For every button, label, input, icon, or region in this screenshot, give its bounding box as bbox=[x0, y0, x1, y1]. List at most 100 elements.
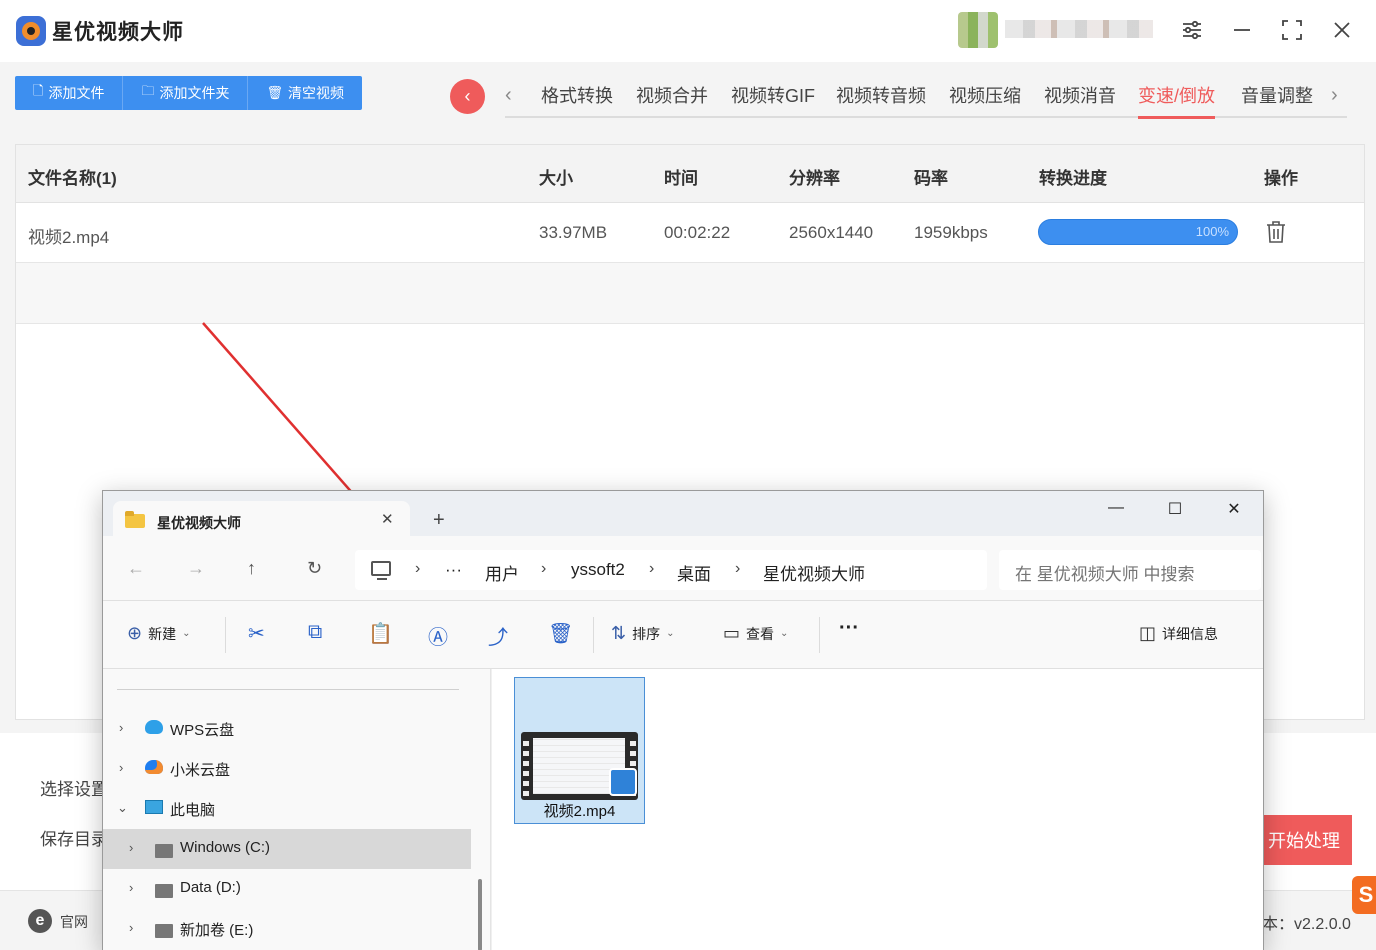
settings-sliders-icon[interactable] bbox=[1178, 16, 1206, 44]
nav-pane-scrollbar[interactable] bbox=[478, 879, 482, 950]
plus-circle-icon: ⊕ bbox=[127, 623, 143, 643]
website-e-icon[interactable]: e bbox=[28, 909, 52, 933]
view-button[interactable]: ▭ 查看 ⌄ bbox=[723, 623, 788, 644]
view-label: 查看 bbox=[746, 625, 775, 642]
folder-icon: 🗀 bbox=[141, 83, 155, 98]
explorer-close-icon[interactable]: ✕ bbox=[1219, 499, 1249, 523]
delete-row-trash-icon[interactable] bbox=[1266, 220, 1286, 244]
divider bbox=[225, 617, 226, 653]
tree-item-drive-e[interactable]: › 新加卷 (E:) bbox=[103, 909, 471, 949]
chevron-down-icon: ⌄ bbox=[666, 628, 675, 639]
clear-videos-label: 清空视频 bbox=[287, 85, 344, 101]
crumb-current-folder[interactable]: 星优视频大师 bbox=[763, 560, 865, 585]
forward-arrow-icon[interactable]: → bbox=[187, 558, 205, 579]
tab-video-merge[interactable]: 视频合并 bbox=[636, 82, 708, 108]
details-pane-icon: ◫ bbox=[1139, 623, 1157, 643]
progress-label: 100% bbox=[1195, 224, 1229, 239]
tab-video-to-audio[interactable]: 视频转音频 bbox=[836, 82, 926, 108]
chevron-down-icon[interactable]: ⌄ bbox=[117, 800, 128, 816]
function-tabs: ‹ 格式转换 视频合并 视频转GIF 视频转音频 视频压缩 视频消音 变速/倒放… bbox=[505, 76, 1347, 119]
document-icon: 🗋 bbox=[33, 83, 44, 98]
explorer-minimize-icon[interactable]: — bbox=[1101, 499, 1131, 523]
delete-icon[interactable]: 🗑 bbox=[548, 621, 573, 646]
tab-volume-adjust[interactable]: 音量调整 bbox=[1241, 82, 1313, 108]
tabs-next-chevron-icon[interactable]: › bbox=[1331, 84, 1338, 107]
website-link[interactable]: 官网 bbox=[60, 912, 88, 932]
maximize-icon[interactable] bbox=[1278, 16, 1306, 44]
new-tab-plus-icon[interactable]: + bbox=[433, 509, 445, 532]
collapse-nav-button[interactable]: ‹ bbox=[450, 79, 485, 114]
sogou-ime-icon[interactable]: S bbox=[1352, 876, 1376, 914]
file-toolbar: 🗋 添加文件 🗀 添加文件夹 🗑 清空视频 bbox=[15, 76, 362, 110]
crumb-desktop[interactable]: 桌面 bbox=[677, 560, 711, 585]
minimize-icon[interactable] bbox=[1228, 16, 1256, 44]
tree-item-xiaomi-cloud[interactable]: › 小米云盘 bbox=[103, 749, 471, 789]
chevron-right-icon[interactable]: › bbox=[129, 920, 133, 935]
up-arrow-icon[interactable]: ↑ bbox=[247, 558, 256, 579]
details-pane-button[interactable]: ◫ 详细信息 bbox=[1139, 623, 1218, 644]
windows-drive-icon bbox=[155, 844, 173, 858]
tab-video-to-gif[interactable]: 视频转GIF bbox=[731, 82, 815, 108]
add-folder-button[interactable]: 🗀 添加文件夹 bbox=[123, 76, 249, 110]
add-file-button[interactable]: 🗋 添加文件 bbox=[15, 76, 124, 110]
tree-item-label: 新加卷 (E:) bbox=[180, 922, 254, 939]
cell-duration: 00:02:22 bbox=[664, 223, 731, 242]
crumb-overflow-icon[interactable]: ··· bbox=[445, 560, 462, 580]
table-row[interactable]: 视频2.mp4 33.97MB 00:02:22 2560x1440 1959k… bbox=[16, 203, 1364, 263]
copy-icon[interactable]: ⧉ bbox=[308, 621, 322, 644]
chevron-right-icon[interactable]: › bbox=[129, 880, 133, 895]
back-arrow-icon[interactable]: ← bbox=[127, 558, 145, 579]
refresh-icon[interactable]: ↻ bbox=[307, 558, 322, 579]
crumb-users[interactable]: 用户 bbox=[485, 560, 519, 585]
tree-item-label: WPS云盘 bbox=[170, 722, 235, 739]
new-button[interactable]: ⊕ 新建 ⌄ bbox=[127, 623, 190, 644]
chevron-right-icon[interactable]: › bbox=[129, 840, 133, 855]
chevron-right-icon[interactable]: › bbox=[119, 760, 123, 775]
more-options-icon[interactable]: ··· bbox=[839, 617, 859, 640]
explorer-tab[interactable]: 星优视频大师 ✕ bbox=[113, 501, 410, 537]
paste-icon[interactable]: 📋 bbox=[368, 621, 393, 646]
tree-item-drive-c[interactable]: › Windows (C:) bbox=[103, 829, 471, 869]
tab-close-icon[interactable]: ✕ bbox=[381, 510, 394, 528]
search-input[interactable] bbox=[999, 550, 1261, 590]
sort-button[interactable]: ⇅ 排序 ⌄ bbox=[611, 623, 674, 644]
divider bbox=[593, 617, 594, 653]
close-icon[interactable] bbox=[1328, 16, 1356, 44]
navigation-pane: › WPS云盘 › 小米云盘 ⌄ 此电脑 › Windows (C:) › Da… bbox=[103, 669, 491, 950]
tab-format-convert[interactable]: 格式转换 bbox=[541, 82, 613, 108]
sort-label: 排序 bbox=[632, 625, 661, 642]
video-thumbnail bbox=[521, 732, 638, 800]
cut-icon[interactable]: ✂ bbox=[248, 621, 265, 646]
header-filename: 文件名称(1) bbox=[28, 169, 117, 188]
header-duration: 时间 bbox=[664, 169, 698, 188]
version-label: 本：v2.2.0.0 bbox=[1262, 916, 1351, 933]
share-icon[interactable]: ⤴ bbox=[488, 621, 508, 650]
chevron-right-icon[interactable]: › bbox=[119, 720, 123, 735]
rename-icon[interactable]: Ⓐ bbox=[428, 621, 448, 650]
tab-speed-reverse[interactable]: 变速/倒放 bbox=[1138, 82, 1216, 119]
tabs-prev-chevron-icon[interactable]: ‹ bbox=[505, 84, 512, 107]
user-avatar[interactable] bbox=[958, 12, 998, 48]
tab-video-compress[interactable]: 视频压缩 bbox=[949, 82, 1021, 108]
app-logo-icon bbox=[16, 16, 46, 46]
file-name: 视频2.mp4 bbox=[543, 803, 616, 820]
clear-videos-button[interactable]: 🗑 清空视频 bbox=[248, 76, 362, 110]
tree-item-wps-cloud[interactable]: › WPS云盘 bbox=[103, 709, 471, 749]
tree-item-label: 此电脑 bbox=[170, 802, 216, 819]
file-list-pane: 视频2.mp4 bbox=[492, 669, 1263, 950]
crumb-yssoft2[interactable]: yssoft2 bbox=[571, 560, 625, 580]
address-bar[interactable]: › ··· 用户 › yssoft2 › 桌面 › 星优视频大师 bbox=[355, 550, 987, 590]
cell-size: 33.97MB bbox=[539, 223, 608, 242]
tab-video-mute[interactable]: 视频消音 bbox=[1044, 82, 1116, 108]
tree-item-this-pc[interactable]: ⌄ 此电脑 bbox=[103, 789, 471, 829]
tree-item-drive-d[interactable]: › Data (D:) bbox=[103, 869, 471, 909]
file-item[interactable]: 视频2.mp4 bbox=[514, 677, 645, 824]
explorer-maximize-icon[interactable]: ☐ bbox=[1160, 499, 1190, 523]
crumb-chevron-icon: › bbox=[649, 560, 655, 577]
table-header: 文件名称(1) 大小 时间 分辨率 码率 转换进度 操作 bbox=[16, 145, 1364, 203]
tree-item-label: Windows (C:) bbox=[180, 839, 271, 856]
start-processing-button[interactable]: 开始处理 bbox=[1250, 815, 1352, 865]
view-layout-icon: ▭ bbox=[723, 623, 741, 643]
crumb-chevron-icon: › bbox=[415, 560, 421, 577]
computer-icon bbox=[371, 561, 391, 580]
